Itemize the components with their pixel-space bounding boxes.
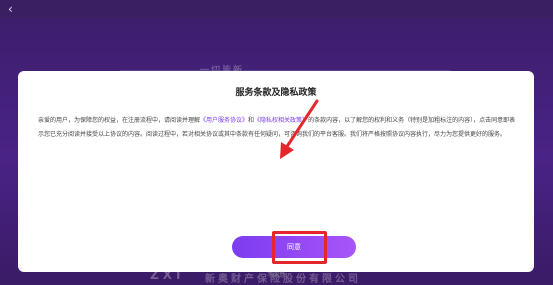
- annotation-arrow-icon: [280, 99, 319, 159]
